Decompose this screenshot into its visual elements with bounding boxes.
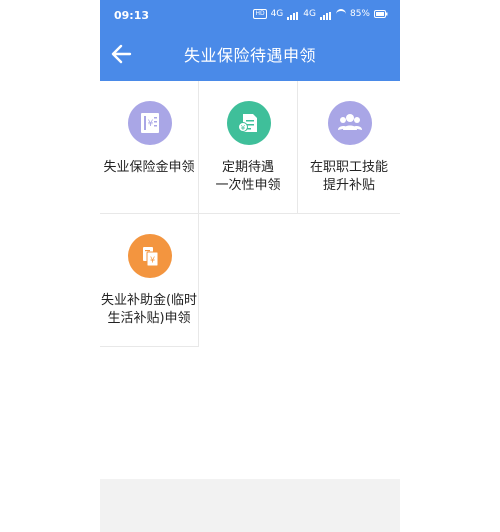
service-label: 失业保险金申领 — [103, 160, 195, 175]
service-unemployment-aid[interactable]: ¥ 失业补助金(临时 生活补贴)申领 — [100, 214, 199, 347]
battery-icon — [374, 10, 388, 18]
service-skill-subsidy[interactable]: 在职职工技能 提升补贴 — [298, 81, 400, 214]
service-unemployment-insurance[interactable]: ¥ 失业保险金申领 — [100, 81, 199, 214]
arrow-left-icon — [111, 44, 132, 64]
service-periodic-benefit[interactable]: ¥ 定期待遇 一次性申领 — [199, 81, 298, 214]
footer-area — [100, 479, 400, 532]
title-bar: 失业保险待遇申领 — [100, 30, 400, 78]
battery-percent: 85% — [349, 9, 370, 19]
app-header: 09:13 HD 4G 4G 85% 失业保险待遇申领 — [100, 0, 400, 81]
yen-card-icon: ¥ — [128, 234, 172, 278]
service-label: 在职职工技能 提升补贴 — [309, 160, 388, 193]
svg-text:¥: ¥ — [150, 256, 155, 265]
people-icon — [328, 101, 372, 145]
status-indicators: HD 4G 4G 85% — [253, 9, 388, 20]
network-label-2: 4G — [303, 9, 316, 19]
status-time: 09:13 — [114, 9, 150, 22]
svg-text:¥: ¥ — [148, 119, 154, 129]
wifi-icon — [335, 9, 346, 19]
receipt-icon: ¥ — [128, 101, 172, 145]
signal-icon-2 — [319, 10, 332, 20]
service-label: 失业补助金(临时 生活补贴)申领 — [100, 293, 198, 326]
back-button[interactable] — [108, 40, 136, 68]
hd-badge: HD — [253, 9, 267, 19]
network-label-1: 4G — [270, 9, 284, 19]
service-label: 定期待遇 一次性申领 — [215, 160, 281, 193]
page-title: 失业保险待遇申领 — [183, 46, 316, 65]
status-bar: 09:13 HD 4G 4G 85% — [100, 0, 400, 30]
phone-screen: 09:13 HD 4G 4G 85% 失业保险待遇申领 ¥ 失业保险金申领 ¥ … — [100, 0, 400, 532]
svg-text:¥: ¥ — [241, 124, 246, 132]
document-yen-icon: ¥ — [227, 101, 271, 145]
signal-icon — [287, 10, 299, 20]
